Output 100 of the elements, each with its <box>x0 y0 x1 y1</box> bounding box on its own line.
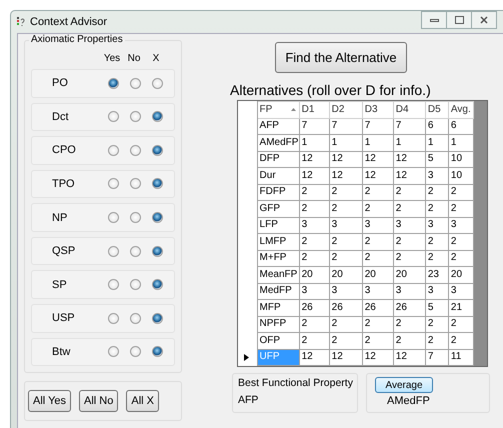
table-cell: 12 <box>329 151 362 168</box>
table-cell: 23 <box>425 266 448 283</box>
maximize-icon <box>454 16 464 24</box>
property-label: SP <box>51 278 67 291</box>
result-value: AMedFP <box>386 395 430 407</box>
table-cell: 2 <box>362 316 394 332</box>
radio-button[interactable] <box>130 144 140 156</box>
table-cell: DFP <box>257 151 300 168</box>
table-cell: 2 <box>393 316 426 332</box>
app-icon <box>17 17 25 27</box>
radio-button[interactable] <box>152 212 162 224</box>
table-cell: 2 <box>329 184 362 200</box>
column-label: No <box>128 53 140 64</box>
table-cell: 2 <box>393 234 426 250</box>
column-header[interactable]: D5 <box>425 102 448 118</box>
table-cell: FDFP <box>257 184 300 200</box>
table-cell: 2 <box>362 250 394 266</box>
table-cell: 2 <box>425 200 448 217</box>
column-header[interactable]: D1 <box>299 102 330 118</box>
column-header[interactable]: Avg. <box>448 102 474 118</box>
table-cell: 26 <box>329 300 362 316</box>
radio-button[interactable] <box>130 212 140 224</box>
minimize-icon <box>430 18 438 22</box>
minimize-button[interactable] <box>421 11 447 29</box>
radio-button[interactable] <box>152 78 162 89</box>
close-button[interactable] <box>472 11 497 29</box>
table-cell: 2 <box>425 250 448 266</box>
property-label: Dct <box>51 110 68 123</box>
scroll-bar[interactable] <box>474 101 487 366</box>
table-cell: 20 <box>329 266 362 283</box>
radio-button[interactable] <box>108 212 118 224</box>
table-cell: 2 <box>299 250 330 266</box>
window-title: Context Advisor <box>30 16 108 28</box>
radio-button[interactable] <box>108 144 118 156</box>
property-label: Btw <box>51 346 70 358</box>
table-cell: 26 <box>393 300 426 316</box>
table-cell: 12 <box>299 168 330 184</box>
average-button[interactable]: Average <box>375 377 433 393</box>
radio-button[interactable] <box>108 346 118 358</box>
table-cell: 2 <box>299 316 330 332</box>
table-cell: 3 <box>425 283 448 300</box>
result-value: AFP <box>238 394 260 406</box>
column-header[interactable]: D4 <box>393 102 426 118</box>
radio-button[interactable] <box>152 279 162 290</box>
table-cell: MeanFP <box>257 266 300 283</box>
table-title: Alternatives (roll over D for info.) <box>230 82 432 98</box>
radio-button[interactable] <box>108 279 118 290</box>
column-label: X <box>152 53 160 64</box>
table-cell: 12 <box>362 168 394 184</box>
table-cell: 12 <box>329 168 362 184</box>
table-cell: 2 <box>425 332 448 349</box>
table-cell: 2 <box>425 234 448 250</box>
radio-button[interactable] <box>108 78 118 89</box>
set-all-button[interactable]: All Yes <box>28 390 72 412</box>
column-header[interactable]: D2 <box>329 102 362 118</box>
column-header[interactable]: D3 <box>362 102 394 118</box>
radio-button[interactable] <box>130 111 140 122</box>
table-cell: GFP <box>257 200 300 217</box>
radio-button[interactable] <box>130 178 140 190</box>
radio-button[interactable] <box>130 279 140 290</box>
table-cell: 20 <box>393 266 426 283</box>
table-cell: 12 <box>299 349 330 366</box>
result-label: Best Functional Property <box>238 377 352 389</box>
radio-button[interactable] <box>108 178 118 190</box>
table-cell: M+FP <box>257 250 300 266</box>
table-cell: Dur <box>257 168 300 184</box>
radio-button[interactable] <box>130 246 140 257</box>
table-cell: 7 <box>299 118 330 134</box>
radio-button[interactable] <box>108 312 118 324</box>
radio-button[interactable] <box>130 346 140 358</box>
table-cell: 1 <box>362 134 394 151</box>
radio-button[interactable] <box>152 144 162 156</box>
table-cell: 12 <box>393 151 426 168</box>
table-cell: 7 <box>425 349 448 366</box>
table-cell: 12 <box>299 151 330 168</box>
table-cell: 20 <box>362 266 394 283</box>
set-all-button[interactable]: All No <box>79 390 118 412</box>
radio-button[interactable] <box>152 312 162 324</box>
radio-button[interactable] <box>130 312 140 324</box>
radio-button[interactable] <box>108 246 118 257</box>
maximize-button[interactable] <box>447 11 472 29</box>
table-cell: 3 <box>425 168 448 184</box>
set-all-button[interactable]: All X <box>126 390 159 412</box>
table-cell: 26 <box>299 300 330 316</box>
radio-button[interactable] <box>108 111 118 122</box>
table-cell: 2 <box>329 234 362 250</box>
find-button[interactable]: Find the Alternative <box>275 42 407 73</box>
column-header[interactable]: FP <box>257 102 300 118</box>
table-cell: 2 <box>425 316 448 332</box>
table-cell: 3 <box>329 283 362 300</box>
table-cell: 3 <box>329 217 362 234</box>
table-cell: LMFP <box>257 234 300 250</box>
radio-button[interactable] <box>152 246 162 257</box>
radio-button[interactable] <box>152 178 162 190</box>
property-label: CPO <box>51 144 76 156</box>
radio-button[interactable] <box>130 78 140 89</box>
radio-button[interactable] <box>152 346 162 358</box>
radio-button[interactable] <box>152 111 162 122</box>
table-cell: AMedFP <box>257 134 300 151</box>
table-cell: 12 <box>393 349 426 366</box>
